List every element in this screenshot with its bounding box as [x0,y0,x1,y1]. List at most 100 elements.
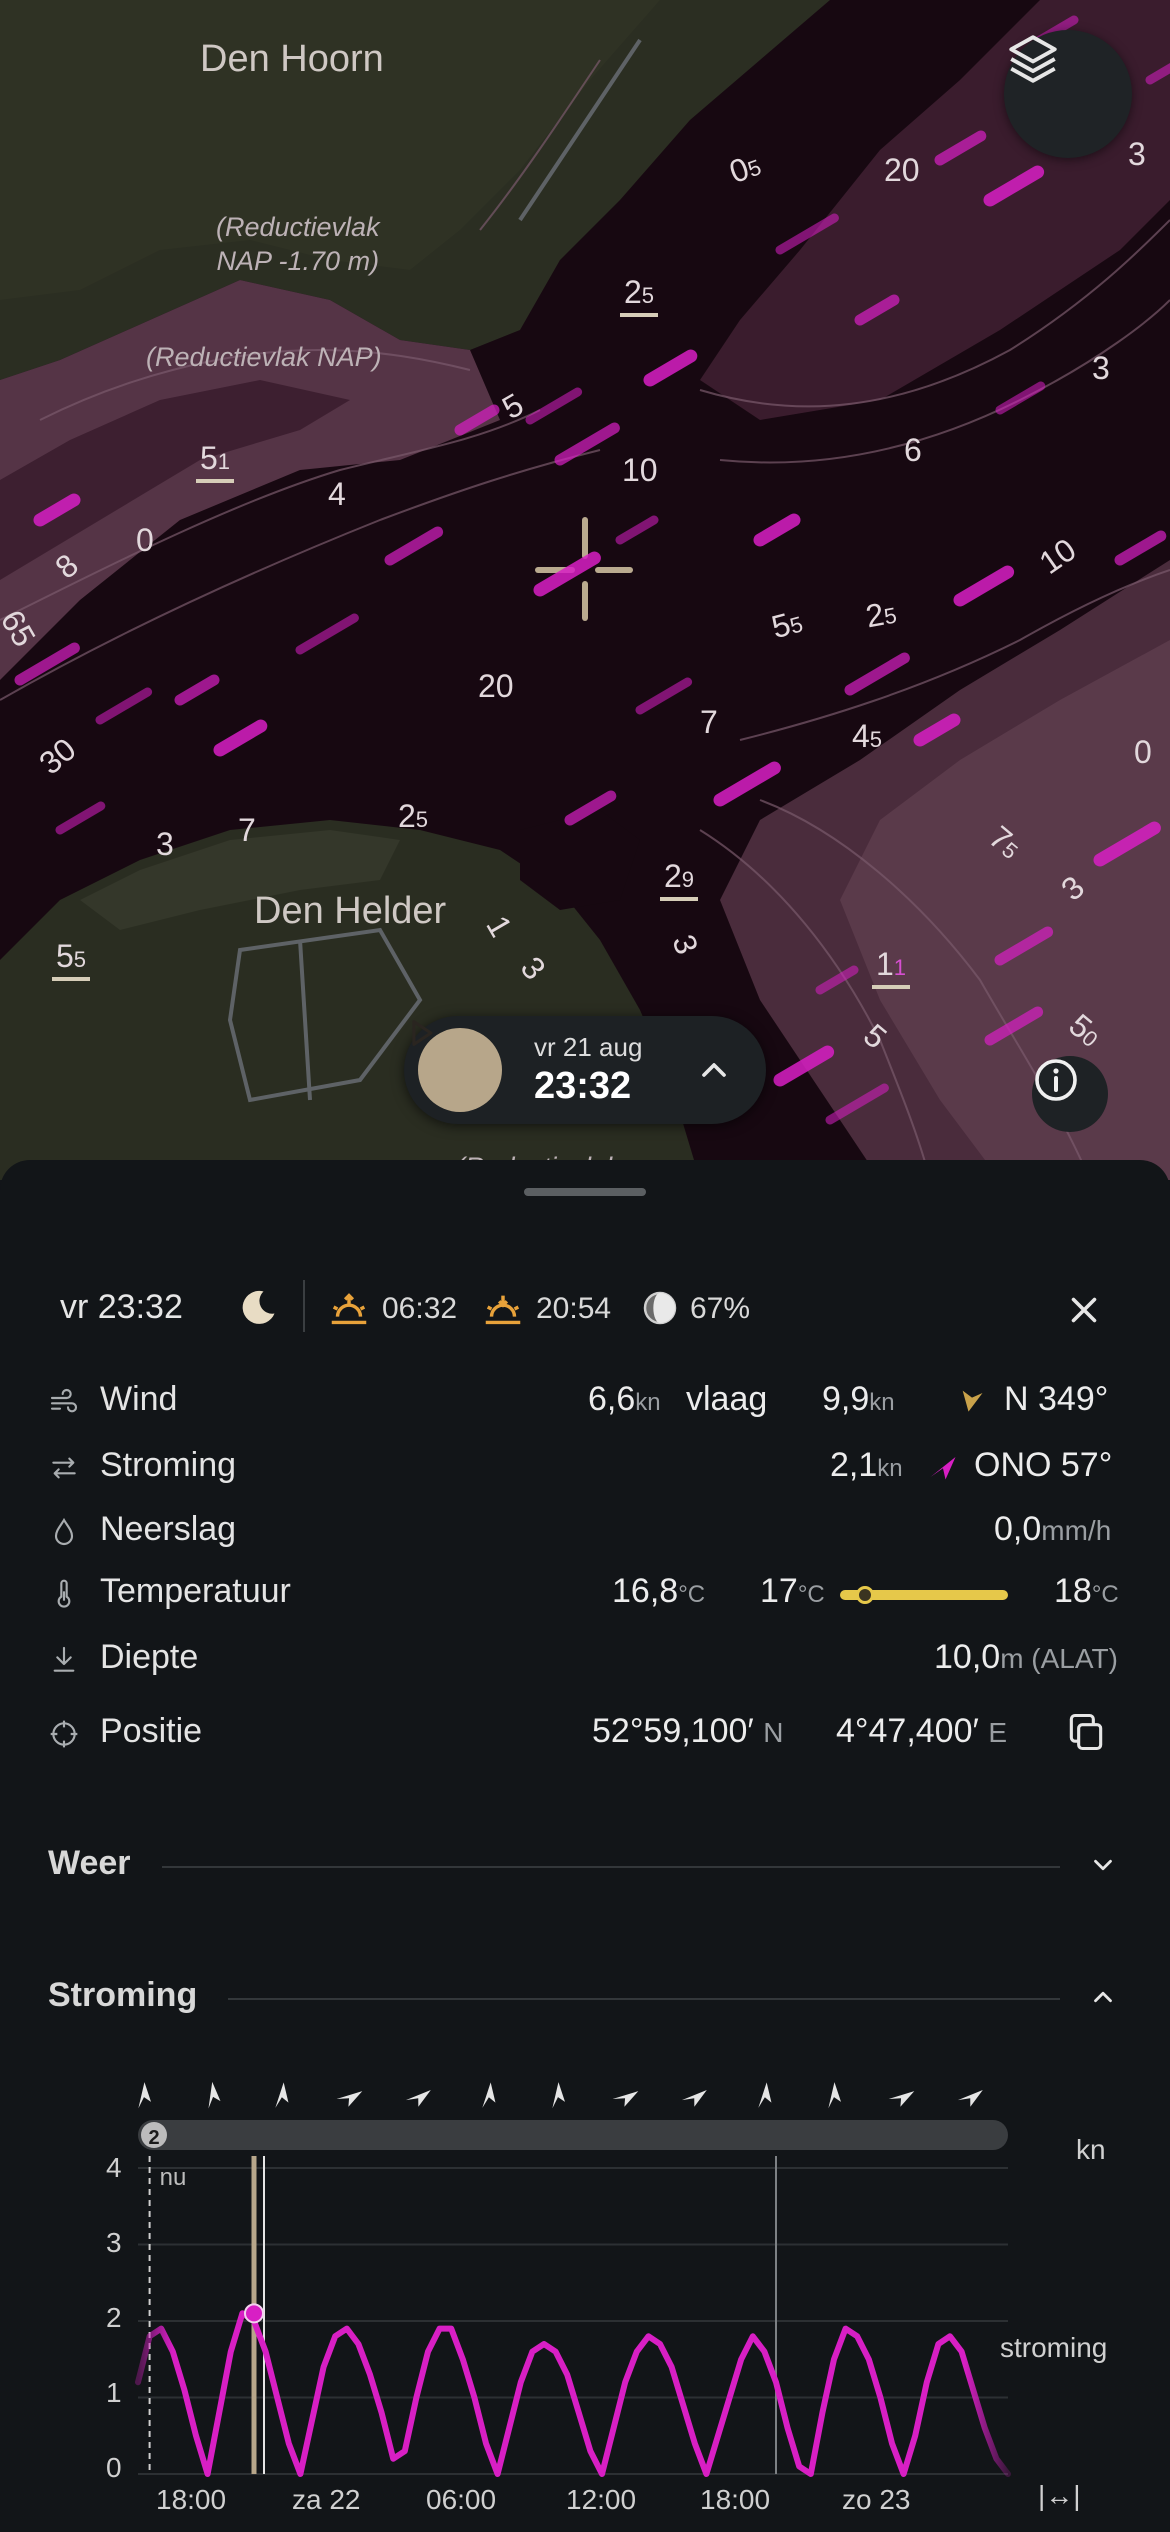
current-flow-arrow [295,613,359,655]
scrubber-badge-label: 2 [148,2127,159,2149]
x-tick: 18:00 [700,2484,771,2515]
depth-sounding: 10 [622,452,658,488]
crosshair-icon [50,1720,78,1748]
place-den-helder: Den Helder [254,890,447,932]
direction-arrow-icon [828,2082,842,2109]
stroming-speed: 2,1kn [830,1446,903,1484]
y-unit-label: kn [1076,2134,1106,2165]
section-stroming[interactable]: Stroming [0,1966,1170,2026]
y-tick: 4 [106,2152,122,2183]
depth-sounding: 25 [863,595,899,635]
copy-position-button[interactable] [1064,1710,1108,1754]
row-positie: Positie 52°59,100′ N 4°47,400′ E [0,1704,1170,1760]
current-flow-arrow [635,677,693,715]
sunset-icon [485,1295,521,1325]
place-den-hoorn: Den Hoorn [200,38,384,80]
chart-map[interactable]: Den Hoorn Den Helder (Reductievlak NAP -… [0,0,1170,1180]
depth-sounding: 3 [156,826,174,862]
x-tick: za 22 [292,2484,361,2515]
layers-button[interactable] [1004,30,1132,158]
temperatuur-value: 16,8°C [612,1572,706,1610]
play-button[interactable] [412,1020,502,1112]
depth-sounding: 0 [1134,734,1152,770]
wind-icon [50,1388,78,1413]
copy-icon [1069,1713,1103,1751]
direction-arrow-icon [612,2091,639,2107]
current-flow-arrow [953,565,1015,607]
current-flow-arrow [844,652,910,696]
moon-phase-value: 67% [690,1292,751,1325]
depth-icon [53,1646,75,1672]
depth-sounding: 3 [1092,350,1110,386]
position-longitude: 4°47,400′ E [836,1712,1008,1750]
depth-sounding: 0 [136,522,154,558]
sunrise-time: 06:32 [382,1292,458,1325]
timeline-scrubber[interactable] [138,2120,1008,2150]
playbar-hour: 23:32 [534,1065,632,1107]
info-button[interactable] [1032,1056,1108,1132]
depth-sounding: 7 [238,812,256,848]
wind-gust: 9,9kn [822,1380,895,1418]
x-tick: 18:00 [156,2484,227,2515]
direction-arrow-icon [138,2082,152,2109]
direction-arrow-icon [681,2090,707,2107]
section-divider [162,1866,1060,1868]
playbar-time: vr 21 aug 23:32 [534,1032,642,1108]
current-flow-arrow [1114,530,1167,566]
direction-arrow-icon [957,2090,983,2107]
direction-arrow-icon [275,2082,289,2108]
x-tick: 12:00 [566,2484,637,2515]
chevron-down-icon [1094,1859,1112,1871]
current-flow-arrow [384,526,444,566]
sheet-grabber[interactable] [524,1188,646,1196]
positie-label: Positie [100,1712,203,1750]
section-weer[interactable]: Weer [0,1834,1170,1894]
x-tick: zo 23 [842,2484,911,2515]
close-button[interactable] [1060,1286,1108,1334]
section-weer-title: Weer [48,1844,131,1882]
moon-icon [242,1290,275,1324]
chevron-up-icon [702,1063,726,1077]
thermometer-icon [57,1579,71,1608]
current-chart-svg: 2 nu [135,2081,1011,2477]
direction-arrow-icon [758,2082,772,2108]
summary-row: vr 23:32 06:32 20:54 67% [0,1272,1170,1348]
temperatuur-label: Temperatuur [100,1572,291,1610]
temperature-current-marker [856,1586,875,1604]
sunset-time: 20:54 [536,1292,612,1325]
neerslag-label: Neerslag [100,1510,237,1548]
row-stroming: Stroming 2,1kn ONO 57° [0,1438,1170,1494]
section-stroming-title: Stroming [48,1976,198,2014]
depth-sounding: 7 [700,704,718,740]
note-reductievlak-2: (Reductievlak NAP) [146,342,382,372]
wind-direction-arrow-icon [962,1390,983,1412]
current-flow-arrow [713,761,781,807]
current-series-line [135,2310,1011,2477]
row-neerslag: Neerslag 0,0mm/h [0,1502,1170,1558]
x-tick: 06:00 [426,2484,497,2515]
diepte-value: 10,0m (ALAT) [934,1638,1118,1676]
depth-sounding: 20 [884,152,920,188]
temperatuur-max: 18°C [1054,1572,1119,1610]
row-temperatuur: Temperatuur 16,8°C 17°C 18°C [0,1564,1170,1620]
current-icon [52,1457,76,1479]
info-icon [1035,1059,1077,1101]
current-chart[interactable]: 2 nu 4 3 2 1 0 kn stroming 18:00 za 22 0… [0,2060,1170,2532]
y-tick: 2 [106,2302,122,2333]
moon-phase-icon [643,1291,677,1325]
wind-direction: N 349° [1004,1380,1109,1418]
gridlines [138,2167,1008,2475]
depth-sounding: 6 [904,432,922,468]
current-flow-arrow [643,349,698,387]
close-icon [1071,1297,1097,1323]
current-flow-arrow [615,515,659,545]
wind-label: Wind [100,1380,178,1418]
wind-gust-label: vlaag [686,1380,768,1418]
resize-chart-button[interactable]: |↔| [1038,2480,1081,2512]
now-label: nu [160,2164,187,2191]
chevron-up-icon [1094,1991,1112,2003]
timeline-playbar[interactable]: vr 21 aug 23:32 [404,1016,766,1124]
temperatuur-min: 17°C [760,1572,825,1610]
depth-sounding: 11 [872,946,911,989]
y-tick: 3 [106,2227,122,2258]
